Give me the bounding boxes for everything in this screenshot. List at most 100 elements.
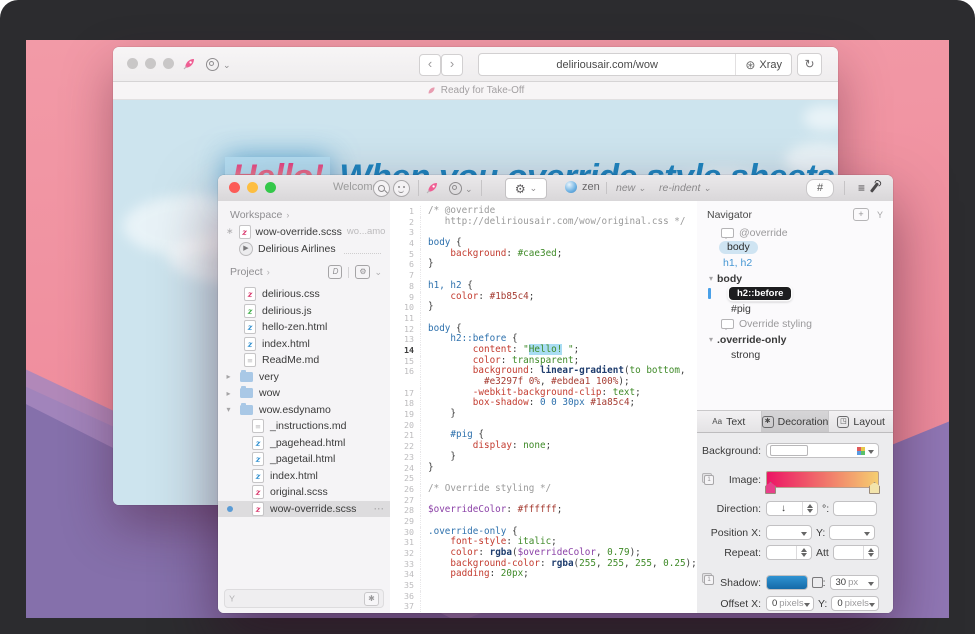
target-icon[interactable] [449, 182, 462, 195]
wrench-icon[interactable] [870, 182, 879, 193]
code-line[interactable]: 26/* Override styling */ [390, 484, 697, 495]
navigator-item[interactable]: body [697, 240, 893, 255]
navigator-item[interactable]: strong [697, 347, 893, 362]
add-icon[interactable]: + [853, 208, 869, 221]
workspace-header[interactable]: Workspace › [218, 201, 390, 223]
disclosure-icon[interactable]: ▾ [709, 335, 713, 344]
code-line[interactable]: 37 [390, 601, 697, 612]
repeat-stepper[interactable] [766, 545, 812, 560]
target-icon[interactable] [206, 58, 219, 71]
navigator-item[interactable]: @override [697, 225, 893, 240]
code-line[interactable]: 9 color: #1b85c4; [390, 292, 697, 303]
rocket-icon[interactable] [183, 57, 196, 70]
blur-dropdown[interactable]: 30 px [830, 575, 880, 590]
url-field[interactable]: deliriousair.com/wow ⊛ Xray [478, 53, 792, 76]
reindent-action[interactable]: re-indent ⌄ [659, 182, 711, 194]
disclosure-icon[interactable]: ▾ [224, 405, 233, 414]
navigator-item[interactable]: ▾body [697, 271, 893, 286]
background-color-control[interactable] [766, 443, 879, 458]
dynamo-icon[interactable]: D [328, 265, 342, 279]
tab-text[interactable]: AaText [697, 411, 762, 432]
code-line[interactable]: 36 [390, 591, 697, 602]
navigator-item[interactable]: #pig [697, 301, 893, 316]
code-line[interactable]: 10} [390, 302, 697, 313]
more-icon[interactable]: ⋯ [374, 503, 385, 515]
zoom-button[interactable] [163, 58, 174, 69]
navigator-item[interactable]: h2::before [697, 286, 893, 301]
xray-button[interactable]: ⊛ Xray [735, 54, 791, 75]
shadow-color-swatch[interactable] [766, 575, 808, 590]
code-line[interactable]: 35 [390, 580, 697, 591]
snippet-hash-button[interactable]: # [806, 179, 834, 198]
code-line[interactable]: 2 http://deliriousair.com/wow/original.c… [390, 217, 697, 228]
code-line[interactable]: 6} [390, 259, 697, 270]
tab-layout[interactable]: ◳Layout [829, 411, 893, 432]
layer-stack-icon[interactable]: 1 [702, 573, 714, 585]
close-button[interactable] [127, 58, 138, 69]
chevron-down-icon[interactable]: ⌄ [223, 61, 231, 70]
file-row[interactable]: zwow-override.scss⋯ [218, 501, 390, 518]
code-line[interactable]: 34 padding: 20px; [390, 569, 697, 580]
file-row[interactable]: zoriginal.scss [218, 484, 390, 501]
chevron-down-icon[interactable]: ⌄ [374, 267, 382, 278]
workspace-item[interactable]: ▶Delirious Airlines [218, 240, 390, 257]
file-row[interactable]: ▸wow [218, 385, 390, 402]
code-line[interactable]: 5 background: #cae3ed; [390, 249, 697, 260]
rocket-icon[interactable] [426, 181, 439, 194]
project-settings-icon[interactable]: ⚙ [355, 265, 370, 279]
disclosure-icon[interactable]: ▾ [709, 274, 713, 283]
gradient-stop-right[interactable] [869, 482, 880, 494]
file-row[interactable]: zdelirious.css [218, 286, 390, 303]
filter-icon[interactable]: Y [877, 210, 883, 220]
navigator-item[interactable]: Override styling [697, 317, 893, 332]
workspace-item[interactable]: ∗zwow-override.scsswo...amo⋯ [218, 223, 390, 240]
file-row[interactable]: z_pagetail.html [218, 451, 390, 468]
gear-menu-button[interactable]: ⚙ ⌄ [505, 178, 547, 199]
offset-y-dropdown[interactable]: 0 pixels [831, 596, 879, 611]
close-button[interactable] [229, 182, 240, 193]
offset-x-dropdown[interactable]: 0 pixels [766, 596, 814, 611]
code-editor[interactable]: 1/* @override2 http://deliriousair.com/w… [390, 201, 697, 613]
layer-stack-icon[interactable]: 1 [702, 473, 714, 485]
zen-action[interactable]: zen [565, 181, 600, 193]
file-row[interactable]: ≡_instructions.md [218, 418, 390, 435]
file-row[interactable]: ≡ReadMe.md [218, 352, 390, 369]
navigator-item[interactable]: ▾.override-only [697, 332, 893, 347]
file-row[interactable]: zhello-zen.html [218, 319, 390, 336]
navigator-item[interactable]: h1, h2 [697, 256, 893, 271]
file-row[interactable]: zindex.html [218, 336, 390, 353]
new-action[interactable]: new ⌄ [616, 182, 646, 194]
code-line[interactable]: 28$overrideColor: #ffffff; [390, 505, 697, 516]
zoom-button[interactable] [265, 182, 276, 193]
code-line[interactable]: 24} [390, 463, 697, 474]
disclosure-icon[interactable]: ▸ [224, 389, 233, 398]
filter-bar[interactable]: Y ✱ [224, 589, 384, 608]
forward-button[interactable]: › [441, 54, 463, 76]
position-y-dropdown[interactable] [829, 525, 875, 540]
attachment-stepper[interactable] [833, 545, 879, 560]
code-line[interactable]: 19 } [390, 409, 697, 420]
chevron-down-icon[interactable]: ⌄ [465, 185, 473, 194]
file-row[interactable]: zdelirious.js [218, 303, 390, 320]
position-x-dropdown[interactable] [766, 525, 812, 540]
tab-decoration[interactable]: ✱Decoration [762, 411, 830, 432]
search-icon[interactable] [373, 180, 390, 197]
code-line[interactable]: 23 } [390, 452, 697, 463]
url-text[interactable]: deliriousair.com/wow [479, 59, 735, 71]
direction-stepper[interactable]: ↓ [766, 501, 818, 516]
project-header[interactable]: Project › D ⚙ ⌄ [218, 257, 390, 281]
disclosure-icon[interactable]: ▸ [224, 372, 233, 381]
file-row[interactable]: ▸very [218, 369, 390, 386]
file-row[interactable]: ▾wow.esdynamo [218, 402, 390, 419]
degree-field[interactable] [833, 501, 877, 516]
gradient-stop-left[interactable] [765, 482, 776, 494]
file-row[interactable]: zindex.html [218, 468, 390, 485]
minimize-button[interactable] [145, 58, 156, 69]
favorites-button[interactable]: ✱ [364, 592, 379, 606]
list-icon[interactable]: ≡ [858, 181, 865, 195]
gradient-editor[interactable] [766, 471, 879, 488]
file-row[interactable]: z_pagehead.html [218, 435, 390, 452]
back-button[interactable]: ‹ [419, 54, 441, 76]
reload-button[interactable]: ↻ [797, 53, 822, 76]
account-icon[interactable] [393, 180, 410, 197]
